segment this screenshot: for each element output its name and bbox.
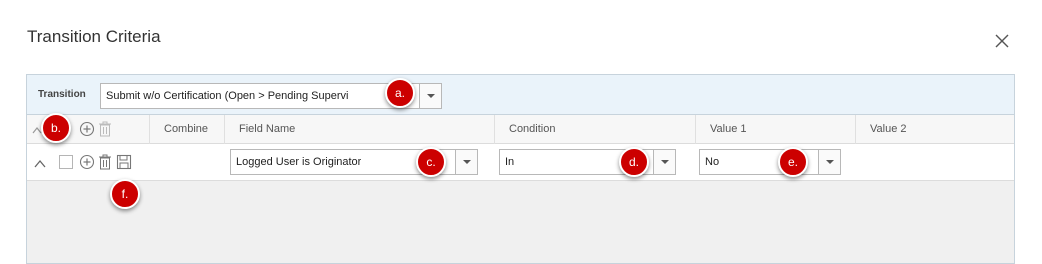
caret-down-icon[interactable] [455, 150, 477, 174]
caret-down-icon[interactable] [818, 150, 840, 174]
header-combine-label: Combine [164, 123, 209, 135]
header-value-2[interactable]: Value 2 [855, 115, 1016, 144]
caret-down-icon[interactable] [419, 84, 441, 108]
criteria-grid: Transition Submit w/o Certification (Ope… [26, 74, 1015, 264]
plus-circle-icon[interactable] [79, 154, 95, 170]
trash-icon[interactable] [98, 154, 112, 170]
caret-down-icon[interactable] [653, 150, 675, 174]
header-condition[interactable]: Condition [494, 115, 695, 144]
annotation-badge-c: c. [416, 147, 446, 177]
value-1-dropdown[interactable]: No [699, 149, 841, 175]
chevron-up-icon[interactable] [34, 159, 46, 168]
header-value-2-label: Value 2 [870, 123, 907, 135]
row-checkbox[interactable] [59, 155, 73, 169]
annotation-badge-b: b. [41, 113, 71, 143]
dialog-title: Transition Criteria [27, 27, 161, 46]
table-row: Logged User is Originator In No [27, 144, 1014, 181]
close-icon[interactable] [993, 32, 1011, 50]
trash-icon[interactable] [98, 121, 112, 137]
header-value-1[interactable]: Value 1 [695, 115, 855, 144]
annotation-badge-d: d. [619, 147, 649, 177]
header-condition-label: Condition [509, 123, 556, 135]
condition-dropdown[interactable]: In [499, 149, 676, 175]
transition-bar: Transition Submit w/o Certification (Ope… [27, 75, 1014, 115]
value-1-value: No [705, 156, 720, 168]
transition-value: Submit w/o Certification (Open > Pending… [106, 90, 349, 102]
annotation-badge-a: a. [385, 78, 415, 108]
plus-circle-icon[interactable] [79, 121, 95, 137]
header-field-name-label: Field Name [239, 123, 296, 135]
transition-label: Transition [38, 89, 86, 100]
condition-value: In [505, 156, 515, 168]
annotation-badge-e: e. [778, 147, 808, 177]
header-field-name[interactable]: Field Name [224, 115, 494, 144]
header-combine[interactable]: Combine [149, 115, 226, 144]
header-value-1-label: Value 1 [710, 123, 747, 135]
annotation-badge-f: f. [110, 179, 140, 209]
field-name-value: Logged User is Originator [236, 156, 362, 168]
save-icon[interactable] [116, 154, 132, 170]
grid-header: Combine Field Name Condition Value 1 Val… [27, 115, 1014, 144]
